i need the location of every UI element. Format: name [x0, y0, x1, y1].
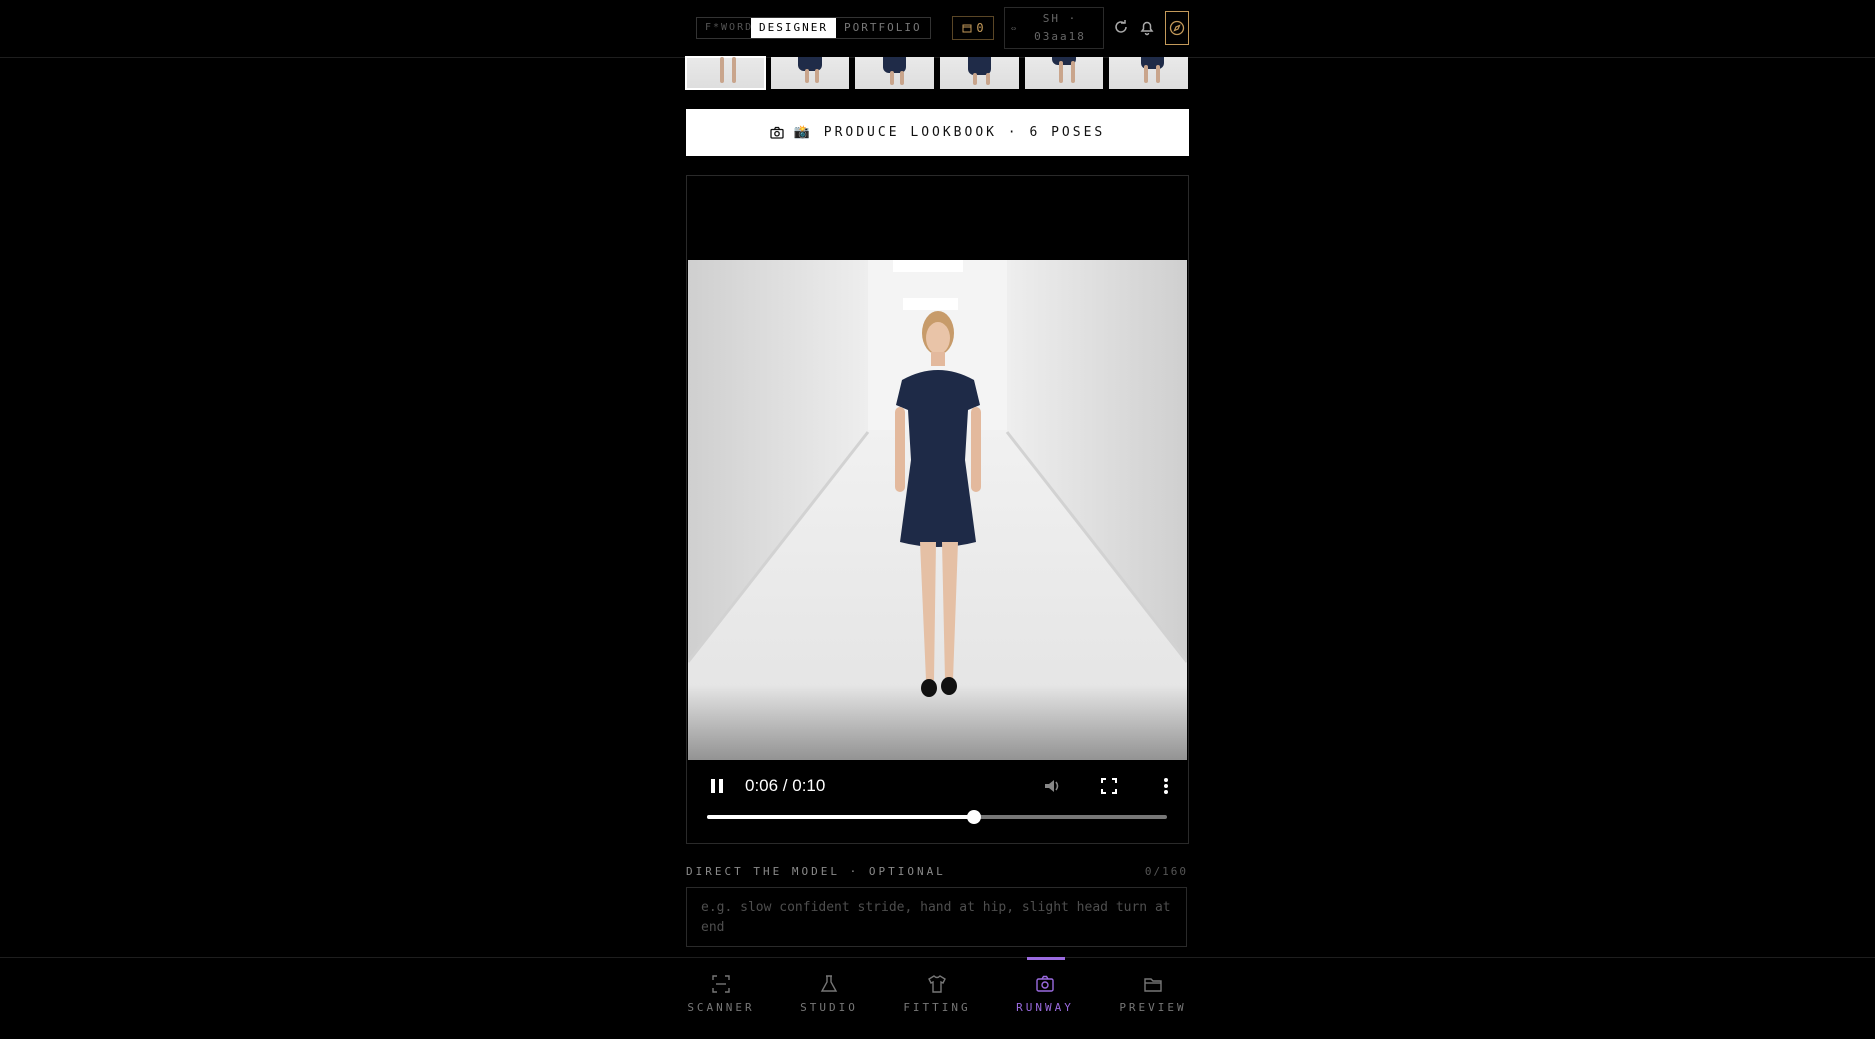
nav-studio-label: STUDIO	[800, 1001, 858, 1014]
folder-icon	[1144, 978, 1162, 992]
nav-scanner[interactable]: SCANNER	[671, 958, 771, 1039]
scan-icon	[712, 975, 730, 993]
runway-video-frame	[688, 260, 1187, 760]
coin-icon	[962, 24, 972, 33]
video-progress-fill	[707, 815, 974, 819]
nav-runway-label: RUNWAY	[1016, 1001, 1074, 1014]
runway-video-player[interactable]: 0:06 / 0:10	[686, 175, 1189, 844]
direction-label: DIRECT THE MODEL · OPTIONAL	[686, 865, 946, 878]
pause-icon[interactable]	[707, 776, 727, 796]
session-label: SH · 03aa18	[1034, 12, 1086, 43]
credits-badge[interactable]: 0	[952, 16, 994, 40]
pose-thumbnail[interactable]	[1024, 57, 1104, 89]
compass-button[interactable]	[1165, 11, 1189, 45]
shirt-icon	[928, 975, 946, 993]
video-seek-bar[interactable]	[707, 810, 1167, 824]
credits-count: 0	[976, 21, 984, 35]
nav-preview-label: PREVIEW	[1119, 1001, 1187, 1014]
mode-portfolio-button[interactable]: PORTFOLIO	[836, 18, 930, 38]
nav-fitting[interactable]: FITTING	[887, 958, 987, 1039]
direction-input[interactable]	[687, 888, 1186, 946]
mode-switch: F*WORD DESIGNER PORTFOLIO	[696, 17, 931, 39]
link-icon: ⇔	[1011, 24, 1017, 34]
produce-lookbook-label: 📸 PRODUCE LOOKBOOK · 6 POSES	[793, 125, 1106, 140]
bottom-nav: SCANNER STUDIO FITTING RUNWAY PREVIEW	[0, 957, 1875, 1039]
flask-icon	[820, 975, 838, 992]
camera-icon	[770, 126, 784, 139]
pose-thumbnail[interactable]	[940, 57, 1019, 89]
nav-studio[interactable]: STUDIO	[779, 958, 879, 1039]
session-id[interactable]: ⇔ SH · 03aa18	[1004, 7, 1104, 49]
more-options-icon[interactable]	[1156, 776, 1176, 796]
pose-thumbnail[interactable]	[685, 56, 766, 90]
pose-thumbnail[interactable]	[770, 57, 850, 89]
runway-scene	[688, 260, 1187, 760]
nav-preview[interactable]: PREVIEW	[1103, 958, 1203, 1039]
active-tab-indicator	[1027, 957, 1065, 960]
mode-designer-button[interactable]: DESIGNER	[751, 18, 836, 38]
produce-lookbook-button[interactable]: 📸 PRODUCE LOOKBOOK · 6 POSES	[686, 109, 1189, 156]
camera-icon	[1036, 975, 1054, 992]
top-bar: F*WORD DESIGNER PORTFOLIO 0 ⇔ SH · 03aa1…	[0, 0, 1875, 58]
refresh-icon[interactable]	[1111, 17, 1131, 37]
compass-icon	[1169, 20, 1185, 36]
pose-thumbnail[interactable]	[1109, 57, 1189, 89]
fullscreen-icon[interactable]	[1099, 776, 1119, 796]
direction-field	[686, 887, 1187, 947]
nav-fitting-label: FITTING	[903, 1001, 971, 1014]
video-controls: 0:06 / 0:10	[687, 760, 1188, 843]
direction-char-count: 0/160	[1144, 865, 1188, 878]
brand-logo: F*WORD	[705, 22, 751, 33]
video-time: 0:06 / 0:10	[745, 776, 826, 795]
video-seek-handle[interactable]	[966, 810, 981, 824]
volume-icon[interactable]	[1042, 776, 1062, 796]
nav-scanner-label: SCANNER	[687, 1001, 755, 1014]
nav-runway[interactable]: RUNWAY	[995, 957, 1095, 1039]
bell-icon[interactable]	[1137, 17, 1157, 37]
pose-thumbnails	[685, 56, 1189, 90]
pose-thumbnail[interactable]	[855, 57, 935, 89]
